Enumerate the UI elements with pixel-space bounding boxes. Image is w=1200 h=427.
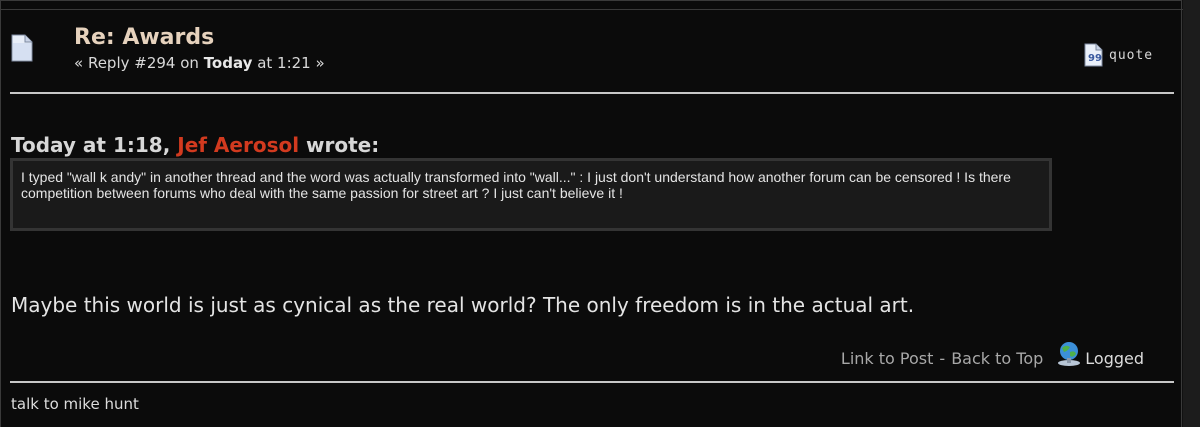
quote-header: Today at 1:18, Jef Aerosol wrote:	[11, 133, 379, 157]
top-divider	[1, 9, 1183, 10]
logged-status: Logged	[1085, 348, 1144, 368]
signature-divider	[10, 381, 1174, 383]
link-to-post[interactable]: Link to Post	[841, 349, 933, 368]
quote-text: I typed "wall k andy" in another thread …	[21, 169, 1011, 201]
quote-timestamp[interactable]: Today at 1:18,	[11, 133, 177, 157]
post-subject[interactable]: Re: Awards	[74, 25, 214, 50]
reply-number: « Reply #294 on	[74, 54, 204, 72]
quote-button[interactable]: 99 quote	[1084, 43, 1153, 67]
back-to-top-link[interactable]: Back to Top	[951, 349, 1043, 368]
post-meta: « Reply #294 on Today at 1:21 »	[74, 54, 325, 72]
quote-wrote: wrote:	[299, 133, 380, 157]
link-separator: -	[939, 348, 946, 368]
post-container: Re: Awards « Reply #294 on Today at 1:21…	[0, 0, 1183, 427]
document-icon	[11, 34, 33, 62]
post-body: Maybe this world is just as cynical as t…	[11, 293, 915, 317]
quote-block: I typed "wall k andy" in another thread …	[10, 158, 1052, 231]
quote-icon: 99	[1084, 43, 1103, 67]
post-time: at 1:21 »	[252, 54, 325, 72]
post-footer-links: Link to Post - Back to Top Logged	[841, 342, 1144, 372]
scrollbar-track[interactable]	[1183, 0, 1200, 427]
post-day: Today	[203, 54, 253, 72]
quote-author[interactable]: Jef Aerosol	[177, 133, 299, 157]
quote-label: quote	[1109, 47, 1154, 63]
globe-network-icon	[1058, 342, 1081, 366]
svg-text:99: 99	[1088, 53, 1102, 64]
user-signature: talk to mike hunt	[11, 395, 139, 413]
header-divider	[10, 92, 1174, 94]
